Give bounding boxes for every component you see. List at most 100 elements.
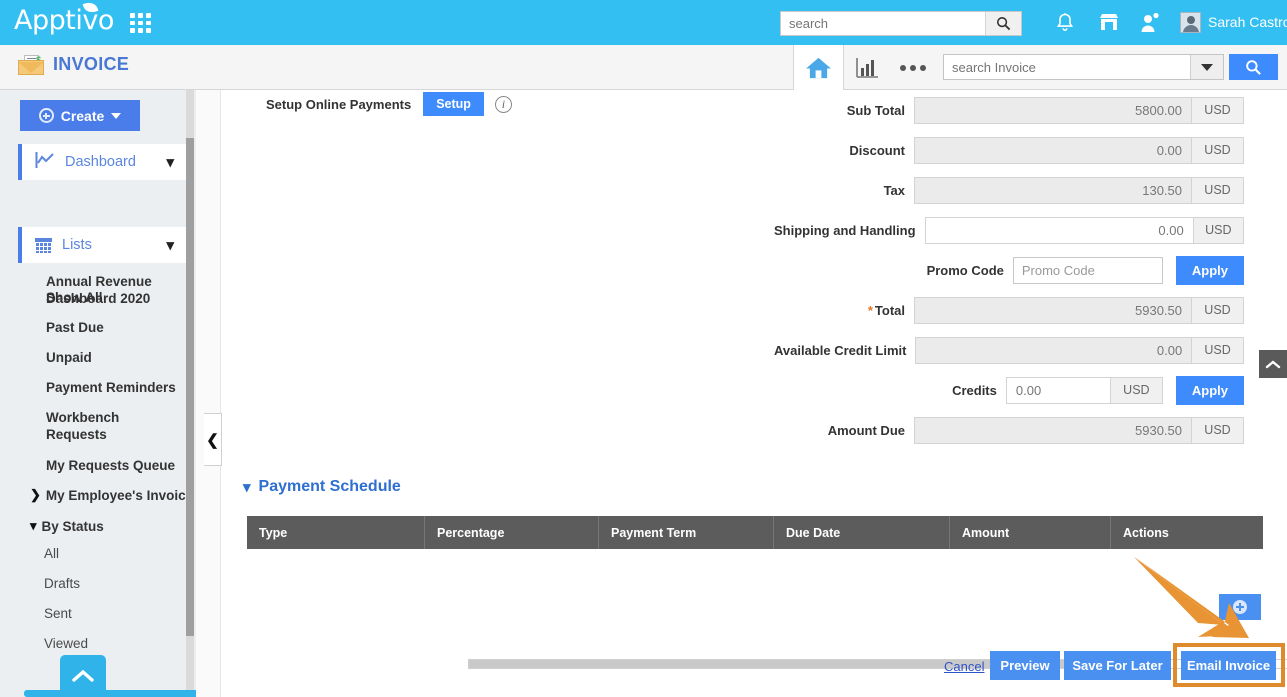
- total-row-discount: Discount 0.00 USD: [774, 130, 1244, 170]
- create-button[interactable]: Create: [20, 100, 140, 131]
- discount-value: 0.00: [914, 136, 1192, 164]
- sidebar-item-workbench-requests[interactable]: Workbench Requests: [46, 409, 119, 443]
- row-label: Credits: [952, 382, 997, 398]
- app-root: Apptivo search Sarah Castro INVOICE sear…: [0, 0, 1287, 697]
- promo-code-input[interactable]: Promo Code: [1012, 256, 1163, 284]
- row-label: Amount Due: [827, 422, 905, 438]
- payment-schedule-header[interactable]: ▾ Payment Schedule: [243, 478, 401, 496]
- sidebar-item-by-status[interactable]: ▾ By Status: [30, 518, 104, 534]
- sidebar-item-payment-reminders[interactable]: Payment Reminders: [46, 379, 176, 396]
- setup-online-payments-label: Setup Online Payments: [266, 96, 412, 112]
- reports-tab[interactable]: [846, 45, 888, 90]
- top-navigation-bar: Apptivo search Sarah Castro: [0, 0, 1287, 45]
- column-header-type[interactable]: Type: [247, 516, 425, 549]
- save-for-later-button[interactable]: Save For Later: [1064, 651, 1171, 680]
- add-user-icon[interactable]: [1139, 12, 1159, 38]
- home-icon: [806, 57, 831, 78]
- row-label: Available Credit Limit: [774, 342, 907, 358]
- more-options-button[interactable]: [890, 45, 936, 90]
- sidebar-item-my-employees-invoices[interactable]: ❯ My Employee's Invoic: [30, 487, 186, 503]
- row-label: Discount: [849, 142, 905, 158]
- invoice-envelope-icon: $: [18, 54, 44, 75]
- page-title: INVOICE: [53, 54, 130, 74]
- currency-unit: USD: [1110, 376, 1163, 404]
- promo-apply-button[interactable]: Apply: [1175, 255, 1244, 285]
- column-header-percentage[interactable]: Percentage: [425, 516, 599, 549]
- payment-schedule-title: Payment Schedule: [258, 478, 401, 495]
- sidebar-collapse-handle[interactable]: ❮: [204, 413, 222, 466]
- sidebar-section-lists[interactable]: Lists ▾: [18, 227, 186, 263]
- user-menu[interactable]: Sarah Castro: [1208, 14, 1287, 30]
- store-icon[interactable]: [1098, 12, 1120, 38]
- column-header-amount[interactable]: Amount: [950, 516, 1111, 549]
- notifications-icon[interactable]: [1055, 12, 1075, 39]
- bar-chart-icon: [856, 57, 878, 78]
- chevron-down-icon[interactable]: ▾: [166, 153, 174, 171]
- chevron-down-icon: ▾: [30, 518, 37, 533]
- sidebar-item-sent[interactable]: Sent: [44, 605, 72, 622]
- shipping-handling-input[interactable]: 0.00: [924, 216, 1194, 244]
- content-left-gutter: [196, 90, 221, 697]
- email-invoice-button[interactable]: Email Invoice: [1181, 651, 1276, 680]
- sidebar-section-label: Lists: [62, 237, 92, 253]
- sidebar-item-all[interactable]: All: [44, 545, 59, 562]
- global-search-button[interactable]: [985, 12, 1021, 35]
- total-row-shipping-handling: Shipping and Handling 0.00 USD: [774, 210, 1244, 250]
- total-row-amount-due: Amount Due 5930.50 USD: [774, 410, 1244, 450]
- invoice-totals-panel: Sub Total 5800.00 USD Discount 0.00 USD …: [774, 90, 1244, 450]
- apps-grid-icon[interactable]: [130, 13, 151, 33]
- chevron-left-icon: ❮: [206, 431, 219, 449]
- scroll-to-top-side-button[interactable]: [1259, 350, 1287, 378]
- invoice-search[interactable]: [943, 54, 1224, 80]
- total-value: 5930.50: [914, 296, 1192, 324]
- sidebar-item-viewed[interactable]: Viewed: [44, 635, 88, 652]
- column-header-actions: Actions: [1123, 525, 1169, 540]
- row-label: Sub Total: [846, 102, 905, 118]
- sidebar-scrollbar-thumb[interactable]: [186, 138, 194, 636]
- currency-unit: USD: [1192, 416, 1244, 444]
- required-asterisk: *: [867, 302, 873, 318]
- sidebar-item-label-line1: Workbench: [46, 410, 120, 425]
- sidebar-item-my-requests-queue[interactable]: My Requests Queue: [46, 457, 175, 474]
- sidebar-item-unpaid[interactable]: Unpaid: [46, 349, 92, 366]
- sidebar: Create Dashboard ▾ Annual Revenue Dashbo…: [0, 90, 196, 697]
- info-icon[interactable]: i: [494, 95, 512, 113]
- column-header-due-date[interactable]: Due Date: [774, 516, 950, 549]
- sidebar-item-show-all[interactable]: Show All: [46, 289, 103, 306]
- apptivo-logo[interactable]: Apptivo: [14, 0, 114, 36]
- avatar-body: [1183, 25, 1199, 32]
- preview-button[interactable]: Preview: [990, 651, 1060, 680]
- sidebar-item-drafts[interactable]: Drafts: [44, 575, 80, 592]
- search-icon: [996, 16, 1011, 31]
- chevron-down-icon: [111, 112, 122, 119]
- total-row-sub-total: Sub Total 5800.00 USD: [774, 90, 1244, 130]
- username-label: Sarah Castro: [1208, 14, 1287, 30]
- currency-unit: USD: [1192, 176, 1244, 204]
- credits-input[interactable]: 0.00: [1005, 376, 1111, 404]
- currency-unit: USD: [1192, 336, 1244, 364]
- create-button-label: Create: [60, 107, 105, 124]
- total-row-tax: Tax 130.50 USD: [774, 170, 1244, 210]
- credits-row: Credits 0.00 USD Apply: [774, 370, 1244, 410]
- promo-code-row: Promo Code Promo Code Apply: [774, 250, 1244, 290]
- invoice-search-button[interactable]: [1229, 54, 1278, 80]
- sidebar-item-past-due[interactable]: Past Due: [46, 319, 104, 336]
- cancel-link[interactable]: Cancel: [944, 659, 984, 674]
- credits-apply-button[interactable]: Apply: [1175, 375, 1244, 405]
- global-search-input[interactable]: [781, 12, 985, 35]
- sidebar-item-label-line2: Requests: [46, 427, 107, 442]
- chevron-down-icon[interactable]: ▾: [166, 236, 174, 254]
- home-tab[interactable]: [793, 45, 844, 90]
- global-search[interactable]: [780, 11, 1022, 36]
- avatar[interactable]: [1180, 12, 1201, 33]
- sub-total-value: 5800.00: [914, 96, 1192, 124]
- invoice-search-input[interactable]: [944, 55, 1190, 79]
- setup-button[interactable]: Setup: [423, 92, 484, 116]
- invoice-search-dropdown[interactable]: [1190, 55, 1223, 79]
- avatar-head: [1187, 16, 1195, 24]
- column-header-payment-term[interactable]: Payment Term: [599, 516, 774, 549]
- total-row-total: * Total 5930.50 USD: [774, 290, 1244, 330]
- sidebar-section-dashboard[interactable]: Dashboard ▾: [18, 144, 186, 180]
- currency-unit: USD: [1192, 96, 1244, 124]
- add-payment-schedule-row-button[interactable]: [1219, 594, 1261, 620]
